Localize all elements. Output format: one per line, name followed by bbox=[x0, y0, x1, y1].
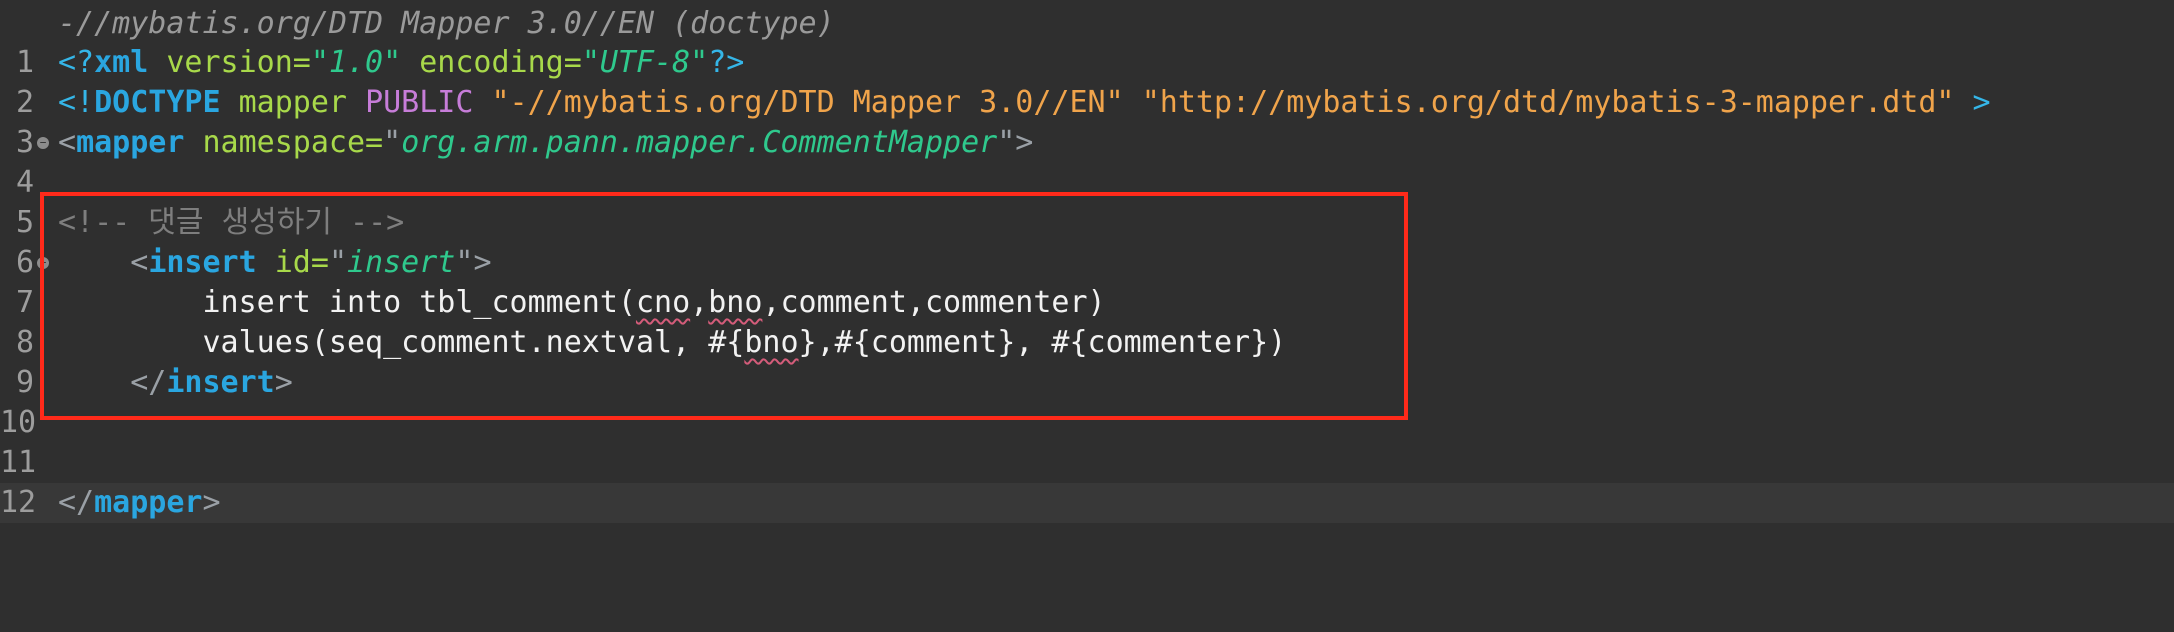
line-number: 8 bbox=[15, 325, 34, 360]
pi-close: ?> bbox=[708, 45, 745, 80]
doctype-open: <! bbox=[58, 85, 95, 120]
pi-open: <? bbox=[58, 45, 95, 80]
attribute-namespace: namespace= bbox=[184, 125, 384, 160]
breadcrumb: -//mybatis.org/DTD Mapper 3.0//EN (docty… bbox=[58, 6, 835, 41]
value-namespace: org.arm.pann.mapper.CommentMapper bbox=[401, 125, 998, 160]
code-line-12[interactable]: 12 </mapper> bbox=[0, 483, 2174, 523]
collapse-icon[interactable]: − bbox=[37, 137, 49, 149]
code-line-1[interactable]: 1 <?xml version="1.0" encoding="UTF-8"?> bbox=[0, 43, 2174, 83]
value-encoding: "UTF-8" bbox=[581, 45, 709, 80]
attribute-version: version= bbox=[148, 45, 311, 80]
quote: " bbox=[997, 125, 1016, 160]
line-number: 11 bbox=[0, 445, 37, 480]
line-number: 12 bbox=[0, 485, 37, 520]
xml-keyword: xml bbox=[94, 45, 149, 80]
line-number: 2 bbox=[15, 85, 34, 120]
line-number: 5 bbox=[15, 205, 34, 240]
code-text[interactable]: <!DOCTYPE mapper PUBLIC "-//mybatis.org/… bbox=[58, 83, 1991, 123]
public-id-string: "-//mybatis.org/DTD Mapper 3.0//EN" bbox=[491, 85, 1124, 120]
highlight-annotation-box bbox=[40, 192, 1408, 420]
code-line-3[interactable]: 3 − <mapper namespace="org.arm.pann.mapp… bbox=[0, 123, 2174, 163]
xml-editor[interactable]: -//mybatis.org/DTD Mapper 3.0//EN (docty… bbox=[0, 0, 2174, 632]
line-number: 7 bbox=[15, 285, 34, 320]
code-line-11[interactable]: 11 bbox=[0, 443, 2174, 483]
system-id-string: "http://mybatis.org/dtd/mybatis-3-mapper… bbox=[1141, 85, 1955, 120]
line-number: 9 bbox=[15, 365, 34, 400]
doctype-keyword: DOCTYPE bbox=[94, 85, 221, 120]
line-number: 10 bbox=[0, 405, 37, 440]
code-line-2[interactable]: 2 <!DOCTYPE mapper PUBLIC "-//mybatis.or… bbox=[0, 83, 2174, 123]
tag-name-mapper: mapper bbox=[94, 485, 203, 520]
tag-name-mapper: mapper bbox=[76, 125, 185, 160]
doctype-name: mapper bbox=[220, 85, 366, 120]
code-text[interactable]: </mapper> bbox=[58, 483, 221, 523]
tag-close: > bbox=[202, 485, 221, 520]
doctype-close: > bbox=[1954, 85, 1991, 120]
value-version: "1.0" bbox=[310, 45, 402, 80]
line-number: 6 bbox=[15, 245, 34, 280]
tag-open: </ bbox=[58, 485, 95, 520]
quote: " bbox=[383, 125, 402, 160]
code-text[interactable]: <?xml version="1.0" encoding="UTF-8"?> bbox=[58, 43, 744, 83]
public-keyword: PUBLIC bbox=[365, 85, 474, 120]
attribute-encoding: encoding= bbox=[401, 45, 582, 80]
code-text[interactable]: <mapper namespace="org.arm.pann.mapper.C… bbox=[58, 123, 1033, 163]
line-number: 3 bbox=[15, 125, 34, 160]
tag-close: > bbox=[1015, 125, 1034, 160]
tag-open: < bbox=[58, 125, 77, 160]
line-number: 1 bbox=[15, 45, 34, 80]
line-number: 4 bbox=[15, 165, 34, 200]
